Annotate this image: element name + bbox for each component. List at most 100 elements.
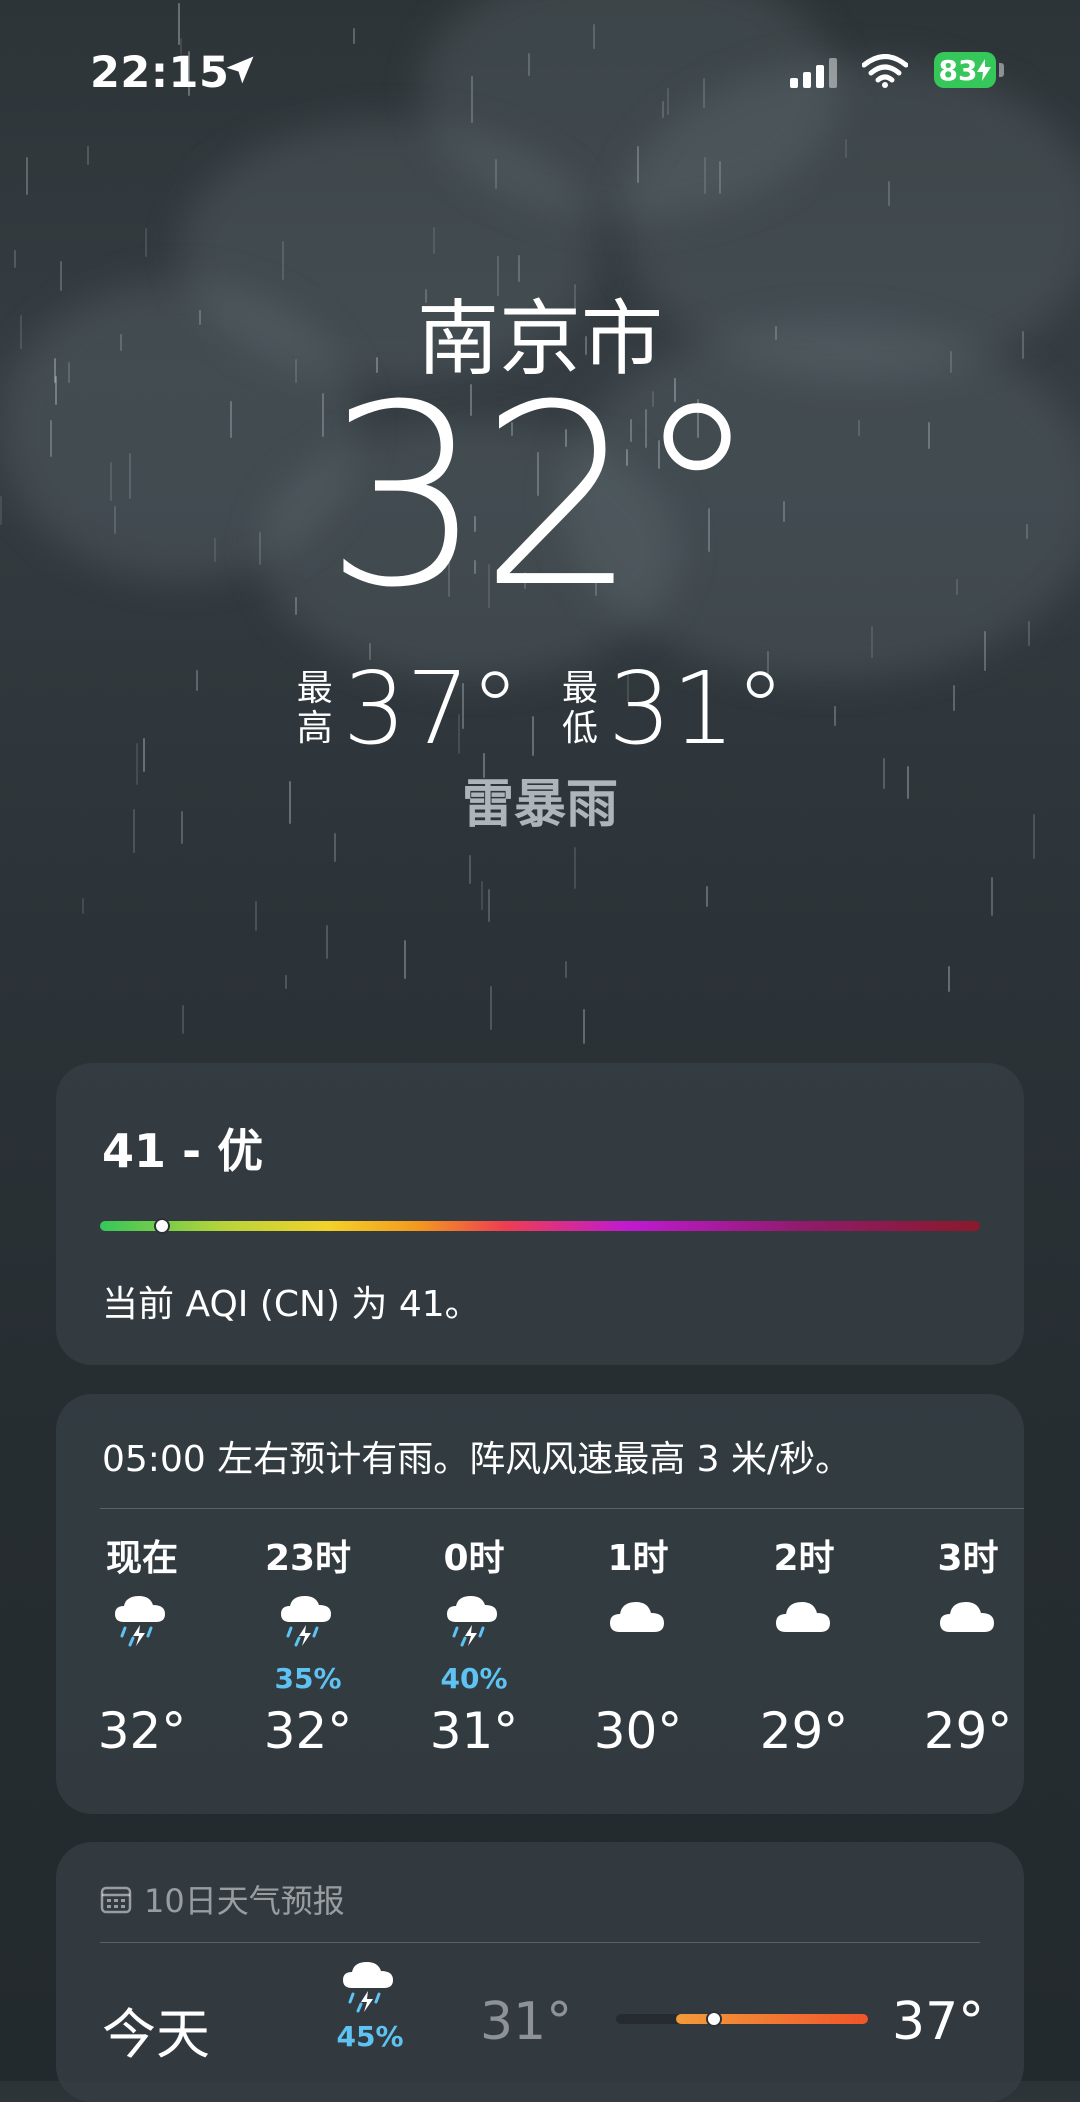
raindrop — [845, 139, 847, 158]
hourly-item: 1时 30° — [568, 1534, 708, 1760]
raindrop — [948, 966, 950, 992]
battery-level: 83 — [938, 53, 978, 87]
day-high-temperature: 37° — [892, 1992, 985, 2052]
raindrop — [469, 855, 471, 884]
precipitation-chance — [72, 1662, 212, 1696]
divider — [100, 1942, 980, 1943]
hour-label: 0时 — [443, 1538, 505, 1579]
raindrop — [433, 227, 435, 254]
current-temperature-dot — [706, 2011, 723, 2027]
hourly-item: 2时 29° — [734, 1534, 874, 1760]
status-bar: 22:15 83 — [0, 44, 1080, 100]
raindrop — [991, 877, 993, 916]
raindrop — [706, 886, 708, 907]
raindrop — [285, 975, 287, 989]
raindrop — [583, 1009, 585, 1044]
aqi-description: 当前 AQI (CN) 为 41。 — [102, 1284, 481, 1325]
raindrop — [888, 181, 890, 206]
battery-indicator: 83 — [934, 52, 996, 88]
cloud-icon — [776, 1602, 830, 1632]
high-label: 最高 — [296, 667, 333, 749]
calendar-icon — [100, 1886, 132, 1914]
ten-day-forecast-card[interactable]: 10日天气预报 今天 45% 31° 37° — [56, 1842, 1024, 2102]
cloud-icon — [940, 1602, 994, 1632]
battery-cap — [999, 63, 1004, 77]
raindrop — [255, 901, 257, 931]
raindrop — [495, 159, 497, 189]
hour-label: 2时 — [773, 1538, 835, 1579]
high-temperature-group: 最高 37° — [295, 650, 520, 767]
thunderstorm-icon — [115, 1596, 165, 1647]
precipitation-chance — [568, 1662, 708, 1696]
raindrop — [353, 28, 355, 44]
raindrop — [565, 961, 567, 978]
precipitation-chance — [898, 1662, 1038, 1696]
weather-condition: 雷暴雨 — [461, 775, 618, 835]
hour-temperature: 32° — [97, 1702, 187, 1760]
day-low-temperature: 31° — [480, 1992, 573, 2052]
raindrop — [719, 161, 721, 194]
raindrop — [26, 157, 28, 195]
raindrop — [490, 986, 492, 1030]
raindrop — [14, 250, 16, 268]
hourly-forecast-card[interactable]: 05:00 左右预计有雨。阵风风速最高 3 米/秒。 现在 32° 23时 35… — [56, 1394, 1024, 1814]
wifi-icon — [862, 54, 908, 88]
thunderstorm-icon — [281, 1596, 331, 1647]
raindrop — [178, 3, 180, 45]
ten-day-header: 10日天气预报 — [100, 1876, 345, 1922]
hourly-item: 23时 35% 32° — [238, 1534, 378, 1760]
aqi-indicator-dot — [153, 1218, 170, 1234]
raindrop — [1028, 621, 1030, 646]
low-temperature: 31° — [608, 650, 786, 767]
precipitation-chance: 45% — [336, 2020, 404, 2053]
cloud-icon — [610, 1602, 664, 1632]
cellular-signal-icon — [790, 58, 837, 88]
status-time: 22:15 — [90, 48, 230, 98]
raindrop — [481, 881, 483, 910]
raindrop — [334, 833, 336, 862]
raindrop — [87, 146, 89, 165]
hourly-item: 0时 40% 31° — [404, 1534, 544, 1760]
hourly-summary: 05:00 左右预计有雨。阵风风速最高 3 米/秒。 — [102, 1439, 852, 1480]
current-temperature: 32° — [324, 351, 759, 642]
hour-label: 现在 — [105, 1538, 178, 1579]
high-low-temperatures: 最高 37° 最低 31° — [0, 650, 1080, 767]
hourly-item: 现在 32° — [72, 1534, 212, 1760]
day-condition: 45% — [310, 1958, 430, 2053]
raindrop — [574, 847, 576, 889]
raindrop — [662, 101, 664, 118]
aqi-scale-bar — [100, 1221, 980, 1231]
precipitation-chance — [734, 1662, 874, 1696]
hour-temperature: 31° — [429, 1702, 519, 1760]
raindrop — [488, 889, 490, 922]
thunderstorm-icon — [447, 1596, 497, 1647]
raindrop — [404, 940, 406, 979]
precipitation-chance: 40% — [440, 1662, 508, 1695]
high-temperature: 37° — [342, 650, 520, 767]
day-name: 今天 — [102, 2003, 210, 2066]
raindrop — [637, 146, 639, 183]
hour-label: 3时 — [937, 1538, 999, 1579]
raindrop — [182, 1005, 184, 1034]
raindrop — [704, 157, 706, 194]
divider — [100, 1508, 1024, 1509]
hourly-item: 3时 29° — [898, 1534, 1038, 1760]
aqi-title: 41 - 优 — [102, 1124, 264, 1178]
hour-temperature: 32° — [263, 1702, 353, 1760]
charging-bolt-icon — [977, 59, 992, 81]
hour-label: 1时 — [607, 1538, 669, 1579]
low-label: 最低 — [561, 667, 598, 749]
precipitation-chance: 35% — [274, 1662, 342, 1695]
thunderstorm-icon — [343, 1962, 393, 2013]
raindrop — [145, 228, 147, 257]
ten-day-title: 10日天气预报 — [144, 1882, 345, 1920]
hour-label: 23时 — [264, 1538, 352, 1579]
raindrop — [326, 925, 328, 959]
hour-temperature: 29° — [923, 1702, 1013, 1760]
hour-temperature: 29° — [759, 1702, 849, 1760]
location-arrow-icon — [226, 56, 254, 84]
air-quality-card[interactable]: 41 - 优 当前 AQI (CN) 为 41。 — [56, 1063, 1024, 1365]
hour-temperature: 30° — [593, 1702, 683, 1760]
temperature-range-bar — [676, 2014, 868, 2024]
raindrop — [82, 898, 84, 914]
